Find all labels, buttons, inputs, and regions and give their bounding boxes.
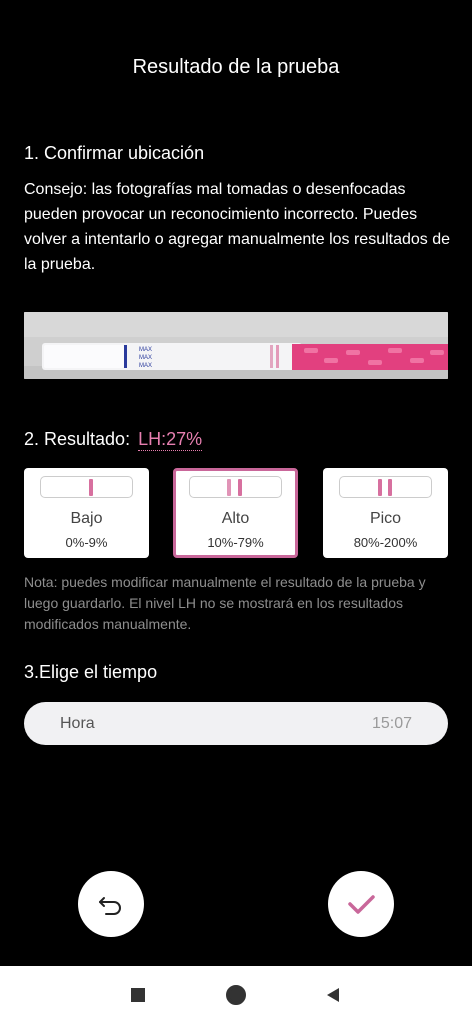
undo-button[interactable]: [78, 871, 144, 937]
time-selector[interactable]: Hora 15:07: [24, 702, 448, 745]
triangle-back-icon: [327, 988, 339, 1002]
time-value: 15:07: [371, 714, 412, 732]
location-heading: 1. Confirmar ubicación: [24, 143, 205, 163]
option-range: 0%-9%: [65, 535, 108, 550]
option-range: 80%-200%: [353, 535, 418, 550]
result-options: Bajo 0%-9% Alto 10%-79% Pico 80%-200%: [24, 468, 448, 558]
result-row: 2. Resultado: LH:27%: [24, 429, 203, 451]
strip-max-label: MAX: [139, 355, 152, 361]
note-text: Nota: puedes modificar manualmente el re…: [24, 574, 426, 632]
confirm-button[interactable]: [328, 871, 394, 937]
test-strip-image: MAX MAX MAX: [24, 312, 448, 379]
undo-icon: [99, 897, 121, 915]
nav-back-button[interactable]: [304, 966, 362, 1024]
strip-icon: [339, 476, 432, 498]
result-option-alto[interactable]: Alto 10%-79%: [173, 468, 298, 558]
strip-icon: [189, 476, 282, 498]
lh-value: LH:27%: [138, 429, 203, 451]
strip-max-label: MAX: [139, 347, 152, 353]
nav-home-button[interactable]: [207, 966, 265, 1024]
result-option-bajo[interactable]: Bajo 0%-9%: [24, 468, 149, 558]
page-title: Resultado de la prueba: [132, 56, 340, 78]
test-strip-photo: MAX MAX MAX: [24, 312, 448, 379]
strip-icon: [40, 476, 133, 498]
option-range: 10%-79%: [207, 535, 264, 550]
option-label: Pico: [369, 510, 402, 527]
square-icon: [131, 988, 145, 1002]
time-label: Hora: [60, 714, 95, 732]
option-label: Alto: [221, 510, 250, 527]
circle-icon: [226, 985, 246, 1005]
strip-max-label: MAX: [139, 363, 152, 369]
option-label: Bajo: [70, 510, 103, 527]
tip-text: Consejo: las fotografías mal tomadas o d…: [24, 181, 451, 273]
nav-recents-button[interactable]: [109, 966, 167, 1024]
result-heading: 2. Resultado:: [24, 429, 131, 449]
system-nav-bar: [0, 966, 472, 1024]
check-icon: [348, 895, 375, 914]
result-option-pico[interactable]: Pico 80%-200%: [323, 468, 448, 558]
time-heading: 3.Elige el tiempo: [24, 662, 158, 682]
